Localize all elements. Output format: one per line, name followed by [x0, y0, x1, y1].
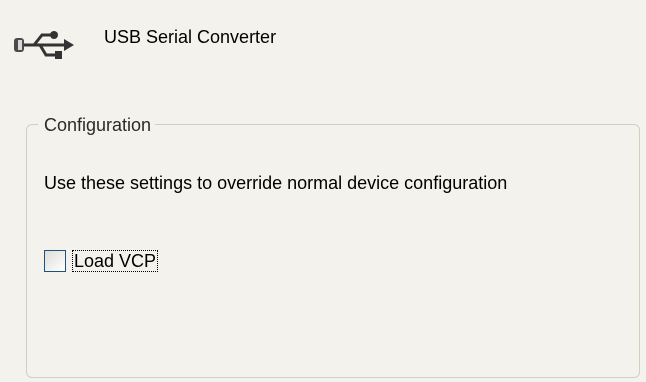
load-vcp-checkbox[interactable]: Load VCP [44, 248, 159, 274]
device-name: USB Serial Converter [104, 27, 277, 47]
load-vcp-label[interactable]: Load VCP [72, 250, 159, 272]
configuration-description: Use these settings to override normal de… [44, 173, 508, 193]
driver-properties-page: USB Serial Converter Configuration Use t… [0, 0, 646, 382]
device-header: USB Serial Converter [0, 0, 646, 90]
usb-icon [12, 26, 76, 66]
load-vcp-checkbox-box[interactable] [44, 250, 66, 272]
configuration-legend: Configuration [38, 114, 156, 136]
